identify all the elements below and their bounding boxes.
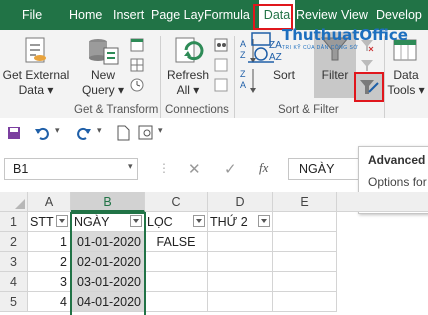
tab-insert[interactable]: Insert: [113, 0, 144, 30]
group-separator: [160, 36, 161, 118]
filter-dropdown-icon[interactable]: [130, 215, 142, 227]
refresh-icon: [172, 36, 204, 71]
advanced-highlight: [354, 72, 384, 102]
cell-a3[interactable]: 2: [28, 252, 71, 272]
filter-dropdown-icon[interactable]: [193, 215, 205, 227]
cell-d1[interactable]: THỨ 2: [208, 212, 273, 232]
name-box-dropdown-icon[interactable]: ▾: [128, 161, 133, 172]
more-options-icon: ⋮: [158, 161, 170, 175]
column-header-d[interactable]: D: [208, 192, 273, 212]
sort-za-icon[interactable]: ZA: [238, 66, 258, 99]
cell-e5[interactable]: [273, 292, 337, 312]
cell-d4[interactable]: [208, 272, 273, 292]
cell-c3[interactable]: [145, 252, 208, 272]
group-sort-filter-label: Sort & Filter: [278, 104, 339, 116]
column-header-b[interactable]: B: [71, 192, 145, 212]
customize-qat-icon[interactable]: ▾: [158, 125, 163, 136]
cell-d2[interactable]: [208, 232, 273, 252]
tab-formulas[interactable]: Formula: [204, 0, 250, 30]
new-query-icon: [86, 36, 120, 71]
row-header-4[interactable]: 4: [0, 272, 28, 292]
worksheet-grid: A B C D E 1 2 3 4 5 STT NGÀY LỌC THỨ 2 1…: [0, 192, 428, 315]
row-header-2[interactable]: 2: [0, 232, 28, 252]
cell-b5[interactable]: 04-01-2020: [71, 292, 145, 312]
connections-icon[interactable]: [214, 38, 228, 55]
group-separator: [234, 36, 235, 118]
row-header-5[interactable]: 5: [0, 292, 28, 312]
watermark-logo: ThuthuatOffice TRI KỸ CỦA DÂN CÔNG SỞ: [238, 26, 408, 70]
cell-c2[interactable]: FALSE: [145, 232, 208, 252]
select-all-corner[interactable]: [0, 192, 28, 212]
sort-button[interactable]: Sort: [266, 68, 302, 83]
redo-dropdown-icon[interactable]: ▾: [97, 125, 102, 136]
refresh-all-button[interactable]: Refresh All ▾: [164, 68, 212, 98]
cell-d3[interactable]: [208, 252, 273, 272]
print-preview-icon[interactable]: [138, 125, 154, 141]
row-header-1[interactable]: 1: [0, 212, 28, 232]
watermark-mascot-icon: [248, 32, 274, 63]
cell-e3[interactable]: [273, 252, 337, 272]
cell-c1[interactable]: LỌC: [145, 212, 208, 232]
edit-links-icon[interactable]: [214, 78, 228, 95]
properties-icon[interactable]: [214, 58, 228, 75]
cell-a4[interactable]: 3: [28, 272, 71, 292]
watermark-brand: ThuthuatOffice: [282, 26, 408, 44]
data-tools-button[interactable]: Data Tools ▾: [386, 68, 426, 98]
undo-icon[interactable]: [34, 125, 50, 141]
cell-e1[interactable]: [273, 212, 337, 232]
row-header-3[interactable]: 3: [0, 252, 28, 272]
cancel-icon[interactable]: ✕: [188, 160, 201, 178]
get-external-data-button[interactable]: Get External Data ▾: [2, 68, 70, 98]
cell-d5[interactable]: [208, 292, 273, 312]
tab-file[interactable]: File: [22, 0, 42, 30]
name-box[interactable]: B1: [4, 158, 138, 180]
save-icon[interactable]: [7, 126, 21, 140]
column-header-e[interactable]: E: [273, 192, 337, 212]
filter-label: Filter: [321, 68, 349, 82]
cell-a5[interactable]: 4: [28, 292, 71, 312]
show-queries-icon[interactable]: [130, 38, 144, 55]
new-query-button[interactable]: New Query ▾: [80, 68, 126, 98]
quick-access-toolbar: ▾ ▾ ▾: [0, 118, 428, 149]
tab-page-layout[interactable]: Page Lay: [151, 0, 204, 30]
cell-e2[interactable]: [273, 232, 337, 252]
cell-e4[interactable]: [273, 272, 337, 292]
cell-b2[interactable]: 01-01-2020: [71, 232, 145, 252]
cell-a1[interactable]: STT: [28, 212, 71, 232]
redo-icon[interactable]: [76, 125, 92, 141]
watermark-tagline: TRI KỸ CỦA DÂN CÔNG SỞ: [282, 45, 359, 51]
cell-b1[interactable]: NGÀY: [71, 212, 145, 232]
column-header-blank: [337, 192, 428, 212]
database-icon: [20, 36, 50, 69]
cell-b4[interactable]: 03-01-2020: [71, 272, 145, 292]
cell-c4[interactable]: [145, 272, 208, 292]
svg-text:Z: Z: [240, 69, 246, 79]
from-table-icon[interactable]: [130, 58, 144, 75]
recent-sources-icon[interactable]: [130, 78, 144, 95]
cell-b3[interactable]: 02-01-2020: [71, 252, 145, 272]
enter-icon[interactable]: ✓: [224, 160, 237, 178]
filter-dropdown-icon[interactable]: [56, 215, 68, 227]
svg-text:A: A: [240, 80, 246, 90]
group-connections-label: Connections: [165, 104, 229, 116]
cell-a2[interactable]: 1: [28, 232, 71, 252]
new-file-icon[interactable]: [116, 125, 130, 141]
column-header-a[interactable]: A: [28, 192, 71, 212]
cell-c5[interactable]: [145, 292, 208, 312]
filter-dropdown-icon[interactable]: [258, 215, 270, 227]
column-header-c[interactable]: C: [145, 192, 208, 212]
undo-dropdown-icon[interactable]: ▾: [55, 125, 60, 136]
group-get-transform-label: Get & Transform: [74, 104, 159, 116]
tooltip-title: Advanced: [368, 153, 426, 167]
insert-function-icon[interactable]: fx: [259, 160, 268, 176]
tab-home[interactable]: Home: [69, 0, 102, 30]
